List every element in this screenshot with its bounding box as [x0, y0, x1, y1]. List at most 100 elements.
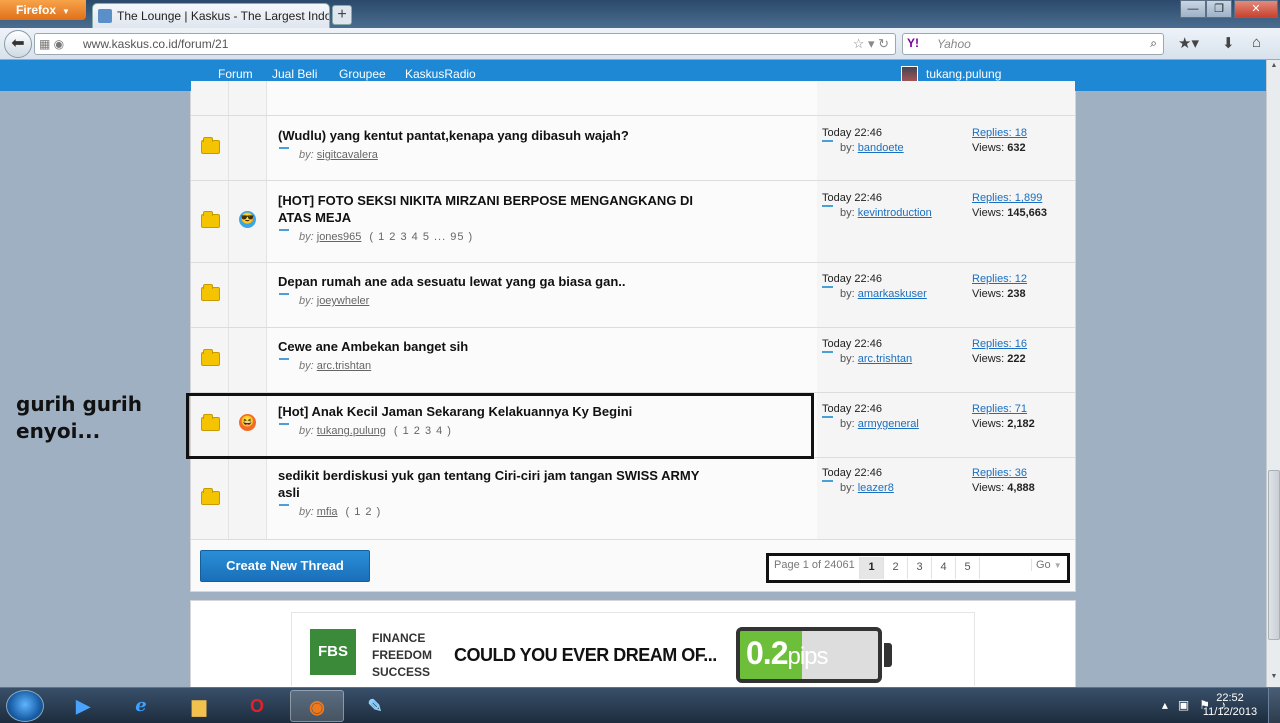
- cool-emoticon-icon: 😎: [239, 211, 256, 228]
- table-row[interactable]: Cewe ane Ambekan banget sih by: arc.tris…: [191, 328, 1075, 393]
- replies-link[interactable]: Replies: 1,899: [972, 192, 1047, 204]
- views-label: Views:: [972, 288, 1005, 300]
- last-post-time: Today 22:46: [822, 192, 882, 204]
- maximize-button[interactable]: ❐: [1206, 0, 1232, 18]
- last-post-author[interactable]: leazer8: [858, 482, 894, 494]
- nav-forum[interactable]: Forum: [218, 67, 253, 81]
- row-icon-cell: [191, 328, 229, 392]
- table-row[interactable]: 😎 [HOT] FOTO SEKSI NIKITA MIRZANI BERPOS…: [191, 181, 1075, 263]
- table-row[interactable]: (Wudlu) yang kentut pantat,kenapa yang d…: [191, 116, 1075, 181]
- nav-jual-beli[interactable]: Jual Beli: [272, 67, 317, 81]
- last-post-author[interactable]: amarkaskuser: [858, 288, 927, 300]
- views-value: 2,182: [1007, 418, 1035, 430]
- last-post-author[interactable]: bandoete: [858, 142, 904, 154]
- vertical-scrollbar[interactable]: ▲ ▼: [1266, 60, 1280, 687]
- start-button[interactable]: [6, 690, 44, 722]
- new-tab-button[interactable]: +: [332, 5, 352, 25]
- ad-tagline-line: FINANCE: [372, 631, 426, 645]
- page-link-3[interactable]: 3: [907, 557, 931, 579]
- bookmarks-menu-icon[interactable]: ★▾: [1178, 34, 1199, 52]
- scroll-up-icon[interactable]: ▲: [1268, 62, 1280, 74]
- views-count: Views: 222: [972, 353, 1027, 365]
- page-link-1[interactable]: 1: [859, 557, 883, 579]
- tab-the-lounge[interactable]: The Lounge | Kaskus - The Largest Indon.…: [92, 3, 330, 28]
- thread-title[interactable]: Depan rumah ane ada sesuatu lewat yang g…: [278, 273, 708, 290]
- row-icon-cell: [191, 181, 229, 262]
- url-bar[interactable]: ▦ ◉ www.kaskus.co.id/forum/21 ☆ ▾ ↻: [34, 33, 896, 55]
- thread-stats: Replies: 12 Views: 238: [972, 273, 1027, 300]
- page-info: Page 1 of 24061: [774, 559, 855, 571]
- firefox-icon[interactable]: ◉: [290, 690, 344, 722]
- firefox-menu-button[interactable]: Firefox ▼: [0, 0, 86, 20]
- row-icon-cell: [191, 263, 229, 327]
- replies-link[interactable]: Replies: 16: [972, 338, 1027, 350]
- opera-icon[interactable]: O: [230, 690, 284, 722]
- thread-dash: [279, 147, 289, 149]
- thread-page-links[interactable]: ( 1 2 3 4 5 ... 95 ): [369, 231, 473, 243]
- page-link-5[interactable]: 5: [955, 557, 979, 579]
- thread-byline: by: mfia ( 1 2 ): [299, 506, 381, 518]
- views-label: Views:: [972, 142, 1005, 154]
- media-player-icon[interactable]: ▶: [56, 690, 110, 722]
- show-desktop-button[interactable]: [1268, 688, 1280, 723]
- thread-page-links[interactable]: ( 1 2 ): [346, 506, 382, 518]
- ad-tagline-line: FREEDOM: [372, 648, 432, 662]
- thread-title[interactable]: sedikit berdiskusi yuk gan tentang Ciri-…: [278, 467, 708, 501]
- go-button[interactable]: Go ▼: [1031, 559, 1062, 571]
- folder-icon: [201, 349, 220, 366]
- table-row[interactable]: sedikit berdiskusi yuk gan tentang Ciri-…: [191, 458, 1075, 540]
- row-emoji-cell: [229, 81, 267, 115]
- last-post: Today 22:46 by: kevintroduction: [822, 192, 932, 219]
- thread-dash: [279, 293, 289, 295]
- views-label: Views:: [972, 418, 1005, 430]
- network-icon[interactable]: ▣: [1178, 698, 1189, 712]
- downloads-icon[interactable]: ⬇: [1222, 34, 1235, 52]
- file-explorer-icon[interactable]: ▆: [172, 690, 226, 722]
- replies-link[interactable]: Replies: 71: [972, 403, 1035, 415]
- search-input[interactable]: Y! Yahoo ⌕: [902, 33, 1164, 55]
- fbs-advertisement[interactable]: FBS FINANCE FREEDOM SUCCESS COULD YOU EV…: [291, 612, 975, 686]
- nav-groupee[interactable]: Groupee: [339, 67, 386, 81]
- thread-author[interactable]: jones965: [317, 231, 362, 243]
- search-icon[interactable]: ⌕: [1150, 36, 1157, 51]
- table-row[interactable]: Depan rumah ane ada sesuatu lewat yang g…: [191, 263, 1075, 328]
- thread-author[interactable]: mfia: [317, 506, 338, 518]
- page-jump-input[interactable]: [979, 557, 1007, 579]
- last-post-author[interactable]: arc.trishtan: [858, 353, 912, 365]
- nav-kaskusradio[interactable]: KaskusRadio: [405, 67, 476, 81]
- row-icon-cell: [191, 116, 229, 180]
- views-count: Views: 238: [972, 288, 1027, 300]
- views-value: 632: [1007, 142, 1026, 154]
- thread-author[interactable]: arc.trishtan: [317, 360, 371, 372]
- create-new-thread-button[interactable]: Create New Thread: [200, 550, 370, 582]
- page-link-4[interactable]: 4: [931, 557, 955, 579]
- thread-title[interactable]: [HOT] FOTO SEKSI NIKITA MIRZANI BERPOSE …: [278, 192, 708, 226]
- clock[interactable]: 22:52 11/12/2013: [1200, 691, 1260, 719]
- thread-title[interactable]: (Wudlu) yang kentut pantat,kenapa yang d…: [278, 127, 708, 144]
- last-post: Today 22:46 by: arc.trishtan: [822, 338, 912, 365]
- back-button[interactable]: ⬅: [4, 30, 32, 58]
- replies-link[interactable]: Replies: 18: [972, 127, 1027, 139]
- bookmark-star-icon[interactable]: ☆ ▾ ↻: [853, 36, 889, 52]
- last-post-by: by: amarkaskuser: [822, 286, 927, 300]
- page-link-2[interactable]: 2: [883, 557, 907, 579]
- close-window-button[interactable]: ✕: [1234, 0, 1278, 18]
- last-post-by: by: armygeneral: [822, 416, 919, 430]
- last-post-author[interactable]: armygeneral: [858, 418, 919, 430]
- thread-author[interactable]: joeywheler: [317, 295, 370, 307]
- username[interactable]: tukang.pulung: [926, 67, 1001, 81]
- scroll-down-icon[interactable]: ▼: [1268, 673, 1280, 685]
- thread-title[interactable]: Cewe ane Ambekan banget sih: [278, 338, 708, 355]
- paint-icon[interactable]: ✎: [348, 690, 402, 722]
- thread-byline: by: arc.trishtan: [299, 360, 371, 372]
- thread-author[interactable]: sigitcavalera: [317, 149, 378, 161]
- replies-link[interactable]: Replies: 36: [972, 467, 1035, 479]
- internet-explorer-icon[interactable]: e: [114, 690, 168, 722]
- tray-arrow-icon[interactable]: ▴: [1162, 698, 1168, 712]
- views-value: 145,663: [1007, 207, 1048, 219]
- home-icon[interactable]: ⌂: [1252, 34, 1261, 51]
- last-post-author[interactable]: kevintroduction: [858, 207, 932, 219]
- replies-link[interactable]: Replies: 12: [972, 273, 1027, 285]
- scrollbar-thumb[interactable]: [1268, 470, 1280, 640]
- minimize-button[interactable]: —: [1180, 0, 1206, 18]
